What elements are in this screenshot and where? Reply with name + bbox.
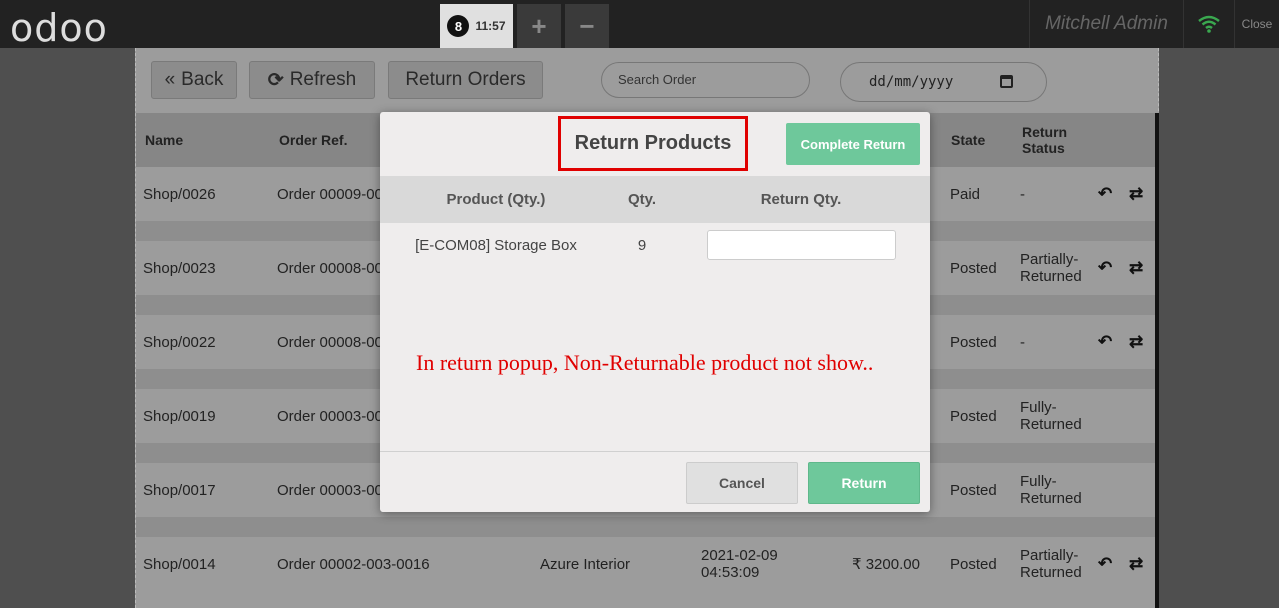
row-return-status: - [1020,334,1025,351]
back-label: Back [181,69,224,90]
row-return-status: - [1020,186,1025,203]
complete-return-button[interactable]: Complete Return [786,123,920,165]
refresh-button[interactable]: ⟳ Refresh [249,61,375,99]
row-name: Shop/0019 [143,408,216,425]
line-product: [E-COM08] Storage Box [415,236,577,254]
header-name: Name [145,132,184,148]
row-order-ref: Order 00003-00 [277,482,383,499]
exchange-order-icon[interactable]: ⇄ [1129,332,1143,352]
add-order-button[interactable]: + [517,4,561,48]
wifi-icon [1183,0,1234,48]
row-name: Shop/0014 [143,556,216,573]
return-qty-input[interactable] [707,230,896,260]
header-return-status: Return Status [1022,124,1068,156]
order-time: 11:57 [475,19,506,33]
return-button[interactable]: Return [808,462,920,504]
header-state: State [951,132,986,148]
row-return-status: Fully-Returned [1020,399,1082,433]
row-amount: ₹ 3200.00 [852,556,920,573]
row-name: Shop/0022 [143,334,216,351]
order-tab[interactable]: 8 11:57 [440,4,513,48]
return-order-icon[interactable]: ↶ [1098,184,1112,204]
popup-title: Return Products [558,116,748,171]
annotation-text: In return popup, Non-Returnable product … [416,350,874,375]
row-return-status: Fully-Returned [1020,473,1082,507]
row-order-ref: Order 00003-00 [277,408,383,425]
row-name: Shop/0026 [143,186,216,203]
row-customer: Azure Interior [540,556,631,573]
date-filter-input[interactable]: dd/mm/yyyy [840,62,1047,102]
row-order-ref: Order 00008-00 [277,334,383,351]
search-order-input[interactable]: Search Order [601,62,810,98]
return-order-icon[interactable]: ↶ [1098,332,1112,352]
popup-footer-divider [380,451,930,452]
row-state: Posted [950,482,997,499]
row-state: Posted [950,260,997,277]
exchange-order-icon[interactable]: ⇄ [1129,184,1143,204]
row-state: Posted [950,334,997,351]
header-order-ref: Order Ref. [279,132,348,148]
popup-table-header: Product (Qty.) Qty. Return Qty. [380,176,930,223]
row-order-ref: Order 00008-00 [277,260,383,277]
row-order-ref: Order 00009-00 [277,186,383,203]
row-date: 2021-02-09 04:53:09 [701,547,778,581]
row-order-ref: Order 00002-003-0016 [277,556,430,573]
cancel-button[interactable]: Cancel [686,462,798,504]
return-products-popup: Return Products Complete Return Product … [380,112,930,512]
line-qty: 9 [637,236,647,254]
row-return-status: Partially-Returned [1020,547,1082,581]
calendar-icon[interactable] [1000,75,1013,88]
return-order-icon[interactable]: ↶ [1098,258,1112,278]
row-state: Paid [950,186,981,203]
odoo-logo: odoo [10,6,108,50]
row-separator [136,517,1155,537]
exchange-order-icon[interactable]: ⇄ [1129,258,1143,278]
row-return-status: Partially-Returned [1020,251,1082,285]
header-qty: Qty. [627,191,657,208]
row-name: Shop/0023 [143,260,216,277]
header-product: Product (Qty.) [446,191,546,208]
table-row[interactable]: Shop/0014 Order 00002-003-0016 Azure Inter… [136,537,1155,591]
header-return-qty: Return Qty. [760,191,842,208]
return-order-icon[interactable]: ↶ [1098,554,1112,574]
scrollbar[interactable] [1155,113,1159,608]
refresh-label: Refresh [289,69,357,90]
back-button[interactable]: « Back [151,61,237,99]
remove-order-button[interactable]: − [565,4,609,48]
user-name[interactable]: Mitchell Admin [1029,0,1183,48]
row-state: Posted [950,408,997,425]
pos-topbar: odoo 8 11:57 + − Mitchell Admin Close [0,0,1279,50]
return-orders-button[interactable]: Return Orders [388,61,543,99]
order-number-badge: 8 [447,15,470,37]
close-button[interactable]: Close [1234,0,1279,48]
row-name: Shop/0017 [143,482,216,499]
row-state: Posted [950,556,997,573]
refresh-icon: ⟳ [267,69,284,91]
double-chevron-left-icon: « [164,69,176,90]
exchange-order-icon[interactable]: ⇄ [1129,554,1143,574]
